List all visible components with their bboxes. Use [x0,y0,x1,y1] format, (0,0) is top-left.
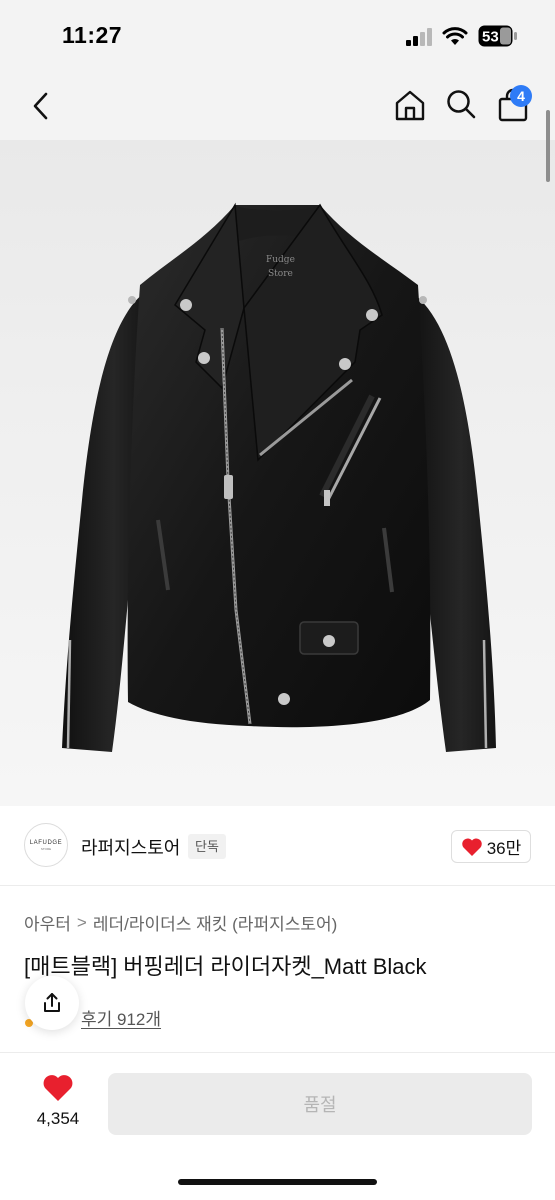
product-image[interactable]: Fudge Store [0,140,555,806]
wish-count: 4,354 [36,1109,80,1128]
heart-icon [461,837,482,856]
store-name[interactable]: 라퍼지스토어 [81,834,180,860]
signal-icon [406,28,432,46]
wish-button[interactable]: 4,354 [30,1073,86,1137]
battery-level: 53 [482,29,499,46]
heart-icon [43,1075,73,1101]
breadcrumb-item-outer[interactable]: 아우터 [24,910,71,935]
jacket-label-line1: Fudge [266,255,295,265]
store-like-button[interactable]: 36만 [451,830,531,863]
product-title: [매트블랙] 버핑레더 라이더자켓_Matt Black [24,954,427,979]
leather-jacket-image: Fudge Store [62,202,496,752]
battery-icon: 53 [478,25,517,47]
store-logo[interactable]: LAFUDGE STORE [24,823,68,867]
wifi-icon [442,27,468,45]
soldout-button[interactable]: 품절 [108,1073,532,1135]
breadcrumb-item-leather[interactable]: 레더/라이더스 재킷 (라퍼지스토어) [93,910,337,935]
store-logo-text: LAFUDGE [29,839,63,846]
breadcrumb: 아우터 > 레더/라이더스 재킷 (라퍼지스토어) [24,910,337,935]
scroll-indicator[interactable] [546,110,550,182]
share-button[interactable] [25,976,79,1030]
exclusive-tag: 단독 [188,834,226,859]
status-bar: 11:27 53 [0,0,555,72]
cart-count-badge: 4 [510,85,532,107]
store-row[interactable]: LAFUDGE STORE 라퍼지스토어 단독 36만 [0,806,555,886]
status-time: 11:27 [62,22,123,48]
back-icon[interactable] [28,90,54,122]
store-logo-subtext: STORE [40,846,52,851]
nav-bar [0,72,555,140]
review-link[interactable]: 후기 912개 [81,1005,161,1030]
jacket-label-line2: Store [268,269,293,279]
store-like-count: 36만 [486,839,522,858]
home-icon[interactable] [393,88,427,122]
share-icon [44,993,60,1012]
home-indicator[interactable] [178,1179,377,1185]
breadcrumb-separator: > [76,912,87,932]
bottom-action-bar: 4,354 품절 [0,1052,555,1200]
search-icon[interactable] [445,88,477,120]
